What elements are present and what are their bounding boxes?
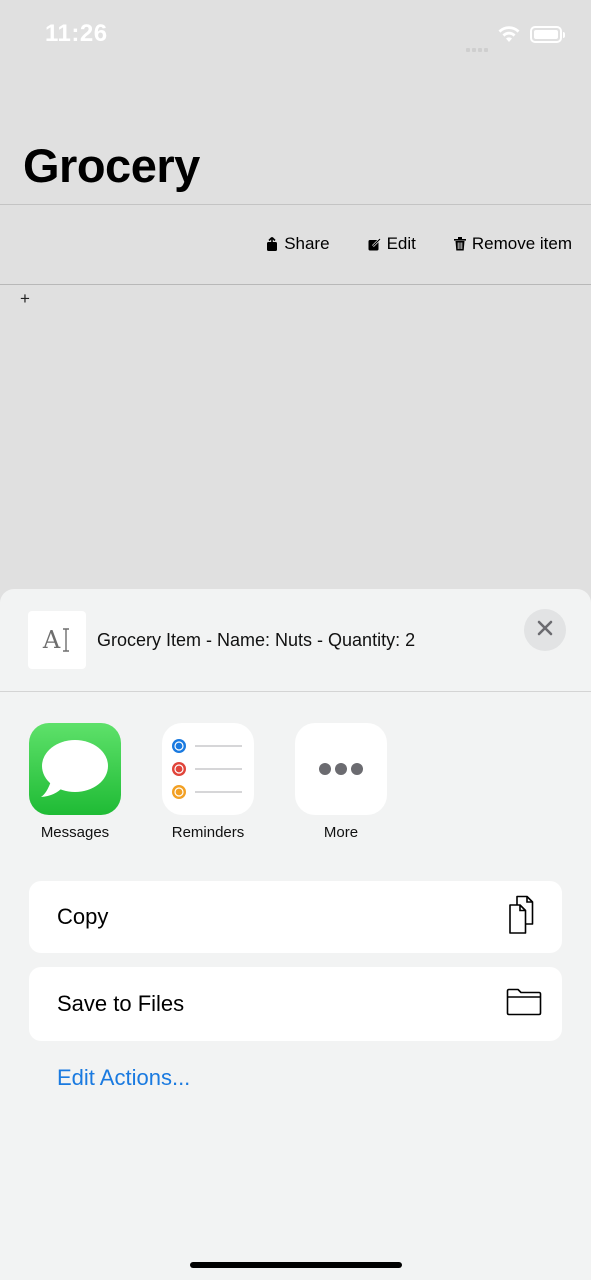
edit-button[interactable]: Edit — [368, 234, 416, 254]
app-more[interactable]: More — [295, 723, 387, 841]
divider — [0, 284, 591, 285]
close-icon — [537, 620, 553, 641]
share-preview-text: Grocery Item - Name: Nuts - Quantity: 2 — [97, 630, 416, 650]
trash-icon — [453, 237, 466, 251]
cellular-signal-icon — [466, 39, 490, 57]
divider — [0, 691, 591, 692]
app-label: More — [323, 824, 359, 841]
app-label: Reminders — [171, 824, 245, 841]
share-button-label: Share — [284, 234, 330, 253]
share-button[interactable]: Share — [266, 234, 330, 254]
messages-icon — [29, 723, 121, 815]
home-indicator[interactable] — [190, 1262, 402, 1268]
status-bar: 11:26 — [0, 0, 591, 70]
remove-item-button-label: Remove item — [471, 234, 572, 253]
share-sheet: A Grocery Item - Name: Nuts - Quantity: … — [0, 589, 591, 1280]
copy-icon — [508, 895, 542, 940]
edit-icon — [368, 237, 381, 251]
item-toolbar: Share Edit Remove item — [266, 234, 572, 254]
edit-button-label: Edit — [386, 234, 416, 253]
more-icon — [295, 723, 387, 815]
divider — [0, 204, 591, 205]
page-title: Grocery — [23, 139, 200, 192]
copy-action-label: Copy — [57, 904, 109, 929]
save-to-files-action-label: Save to Files — [57, 991, 185, 1016]
app-label: Messages — [40, 824, 110, 841]
share-icon — [266, 236, 278, 252]
save-to-files-action[interactable]: Save to Files — [29, 967, 562, 1041]
close-button[interactable] — [524, 609, 566, 651]
app-reminders[interactable]: Reminders — [162, 723, 254, 841]
edit-actions-link[interactable]: Edit Actions... — [57, 1065, 190, 1091]
reminders-icon — [162, 723, 254, 815]
battery-icon — [530, 26, 565, 43]
add-item-button[interactable]: + — [20, 289, 30, 309]
copy-action[interactable]: Copy — [29, 881, 562, 953]
text-document-icon: A — [28, 611, 86, 669]
app-messages[interactable]: Messages — [29, 723, 121, 841]
remove-item-button[interactable]: Remove item — [453, 234, 572, 254]
status-time: 11:26 — [45, 20, 108, 47]
wifi-icon — [497, 24, 521, 49]
folder-icon — [506, 988, 542, 1021]
